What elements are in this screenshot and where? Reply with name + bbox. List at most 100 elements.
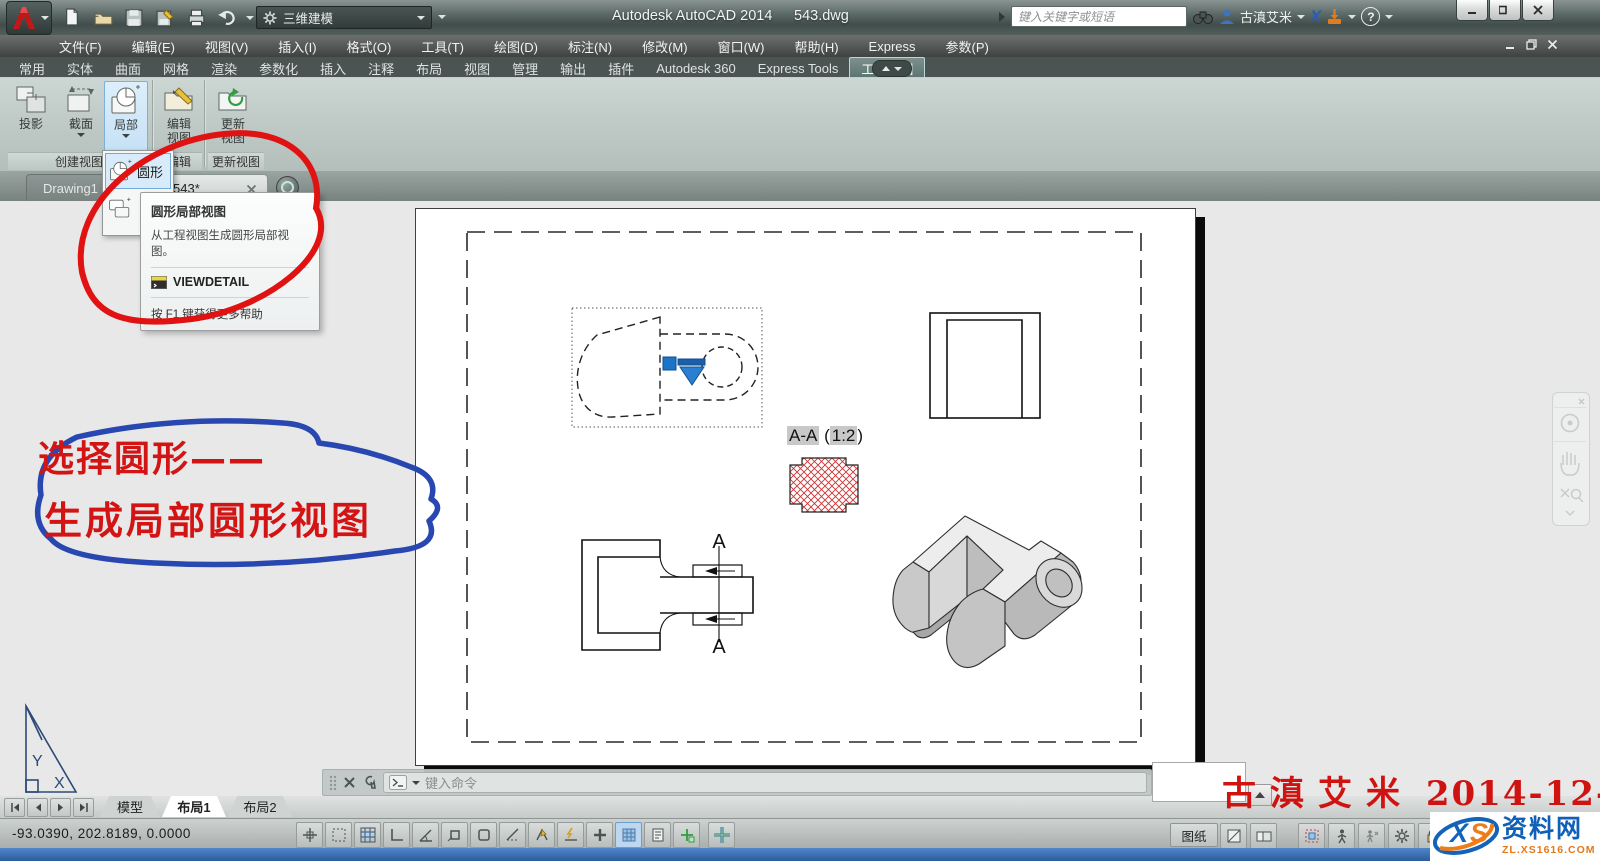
annotation-visibility-button[interactable]: [1298, 823, 1325, 849]
open-file-button[interactable]: [91, 6, 115, 29]
annotation-scale-button[interactable]: [1358, 823, 1385, 849]
dynamic-input-toggle[interactable]: [557, 822, 584, 848]
ribbon-minimize-button[interactable]: [872, 60, 912, 77]
help-icon[interactable]: ?: [1361, 7, 1380, 26]
qat-overflow-caret-icon[interactable]: [438, 15, 446, 19]
command-close-icon[interactable]: [343, 776, 356, 789]
customize-wrench-icon[interactable]: [362, 775, 377, 790]
model-tab[interactable]: 模型: [100, 796, 160, 817]
recent-commands-caret-icon[interactable]: [412, 781, 420, 785]
close-button[interactable]: [1522, 0, 1554, 21]
menu-view[interactable]: 视图(V): [190, 37, 263, 56]
section-view-button[interactable]: 截面: [58, 81, 104, 151]
ortho-mode-toggle[interactable]: [383, 822, 410, 848]
prev-layout-button[interactable]: [27, 798, 48, 817]
layout2-tab[interactable]: 布局2: [228, 796, 292, 817]
command-bar-grip[interactable]: [329, 775, 337, 791]
application-menu-button[interactable]: [6, 1, 52, 35]
tab-surface[interactable]: 曲面: [104, 57, 152, 77]
save-as-button[interactable]: [153, 6, 177, 29]
plot-button[interactable]: [184, 6, 208, 29]
menu-window[interactable]: 窗口(W): [703, 37, 780, 56]
osnap-toggle[interactable]: [441, 822, 468, 848]
selection-cycling-toggle[interactable]: [673, 822, 700, 848]
tab-solid[interactable]: 实体: [56, 57, 104, 77]
menu-format[interactable]: 格式(O): [332, 37, 407, 56]
user-caret-icon[interactable]: [1297, 15, 1305, 19]
doc-close-icon[interactable]: [1547, 39, 1558, 50]
search-input[interactable]: [1011, 6, 1187, 27]
menu-parameters[interactable]: 参数(P): [931, 37, 1004, 56]
tab-parametric[interactable]: 参数化: [248, 57, 309, 77]
search-binoculars-icon[interactable]: [1192, 9, 1214, 25]
polar-tracking-toggle[interactable]: [412, 822, 439, 848]
menu-dimension[interactable]: 标注(N): [553, 37, 627, 56]
command-input[interactable]: 键入命令: [383, 772, 1147, 793]
section-view-label[interactable]: A-A (1:2): [787, 426, 863, 446]
view-top-right[interactable]: [930, 313, 1040, 418]
new-file-button[interactable]: [60, 6, 84, 29]
autoscale-button[interactable]: [1328, 823, 1355, 849]
update-view-button[interactable]: 更新 视图: [208, 81, 258, 151]
next-layout-button[interactable]: [50, 798, 71, 817]
edit-view-button[interactable]: 编辑 视图: [156, 81, 202, 151]
tab-view[interactable]: 视图: [453, 57, 501, 77]
osnap-3d-toggle[interactable]: [470, 822, 497, 848]
menu-draw[interactable]: 绘图(D): [479, 37, 553, 56]
menu-insert[interactable]: 插入(I): [263, 37, 331, 56]
command-line-bar[interactable]: 键入命令: [322, 769, 1152, 796]
transparency-toggle[interactable]: [615, 822, 642, 848]
tab-layout[interactable]: 布局: [405, 57, 453, 77]
exchange-apps-icon[interactable]: X: [1310, 7, 1321, 27]
doc-restore-icon[interactable]: [1526, 39, 1537, 50]
signed-in-user[interactable]: 古滇艾米: [1240, 7, 1292, 26]
paper-model-toggle[interactable]: 图纸: [1170, 823, 1218, 847]
annotation-monitor-toggle[interactable]: [708, 822, 735, 848]
tab-home[interactable]: 常用: [8, 57, 56, 77]
dynamic-ucs-toggle[interactable]: [528, 822, 555, 848]
dropdown-item-circular[interactable]: 圆形: [105, 153, 171, 189]
help-caret-icon[interactable]: [1385, 15, 1393, 19]
infocenter-expand-icon[interactable]: [998, 11, 1006, 23]
menu-modify[interactable]: 修改(M): [627, 37, 703, 56]
view-isometric[interactable]: [893, 516, 1092, 668]
menu-tools[interactable]: 工具(T): [406, 37, 479, 56]
quick-view-drawings-button[interactable]: [1250, 823, 1277, 849]
doc-minimize-icon[interactable]: [1505, 39, 1516, 50]
grid-display-toggle[interactable]: [354, 822, 381, 848]
navigation-bar[interactable]: [1552, 392, 1590, 526]
workspace-switcher[interactable]: 三维建模: [256, 6, 432, 29]
grip-square[interactable]: [663, 357, 676, 370]
menu-help[interactable]: 帮助(H): [780, 37, 854, 56]
infer-constraints-toggle[interactable]: [296, 822, 323, 848]
workspace-gear-button[interactable]: [1388, 823, 1415, 849]
otrack-toggle[interactable]: [499, 822, 526, 848]
menu-edit[interactable]: 编辑(E): [117, 37, 190, 56]
tab-express-tools[interactable]: Express Tools: [747, 57, 850, 77]
menu-express[interactable]: Express: [854, 39, 931, 54]
layout1-tab[interactable]: 布局1: [162, 796, 226, 817]
tab-manage[interactable]: 管理: [501, 57, 549, 77]
tab-output[interactable]: 输出: [549, 57, 597, 77]
grip-flip-arrow[interactable]: [678, 359, 705, 385]
view-front[interactable]: [582, 540, 753, 650]
snap-mode-toggle[interactable]: [325, 822, 352, 848]
undo-button[interactable]: [215, 6, 239, 29]
detail-view-button[interactable]: 局部: [104, 81, 148, 153]
save-button[interactable]: [122, 6, 146, 29]
tab-autodesk360[interactable]: Autodesk 360: [645, 57, 747, 77]
first-layout-button[interactable]: [4, 798, 25, 817]
projection-view-button[interactable]: 投影: [8, 81, 54, 151]
view-top-selected[interactable]: [572, 308, 762, 427]
menu-file[interactable]: 文件(F): [44, 37, 117, 56]
lineweight-toggle[interactable]: [586, 822, 613, 848]
last-layout-button[interactable]: [73, 798, 94, 817]
minimize-button[interactable]: [1456, 0, 1488, 21]
tab-insert[interactable]: 插入: [309, 57, 357, 77]
undo-caret-icon[interactable]: [246, 16, 254, 20]
autodesk360-icon[interactable]: [1326, 8, 1343, 25]
restore-button[interactable]: [1489, 0, 1521, 21]
a360-caret-icon[interactable]: [1348, 15, 1356, 19]
tab-plugins[interactable]: 插件: [597, 57, 645, 77]
tab-render[interactable]: 渲染: [200, 57, 248, 77]
